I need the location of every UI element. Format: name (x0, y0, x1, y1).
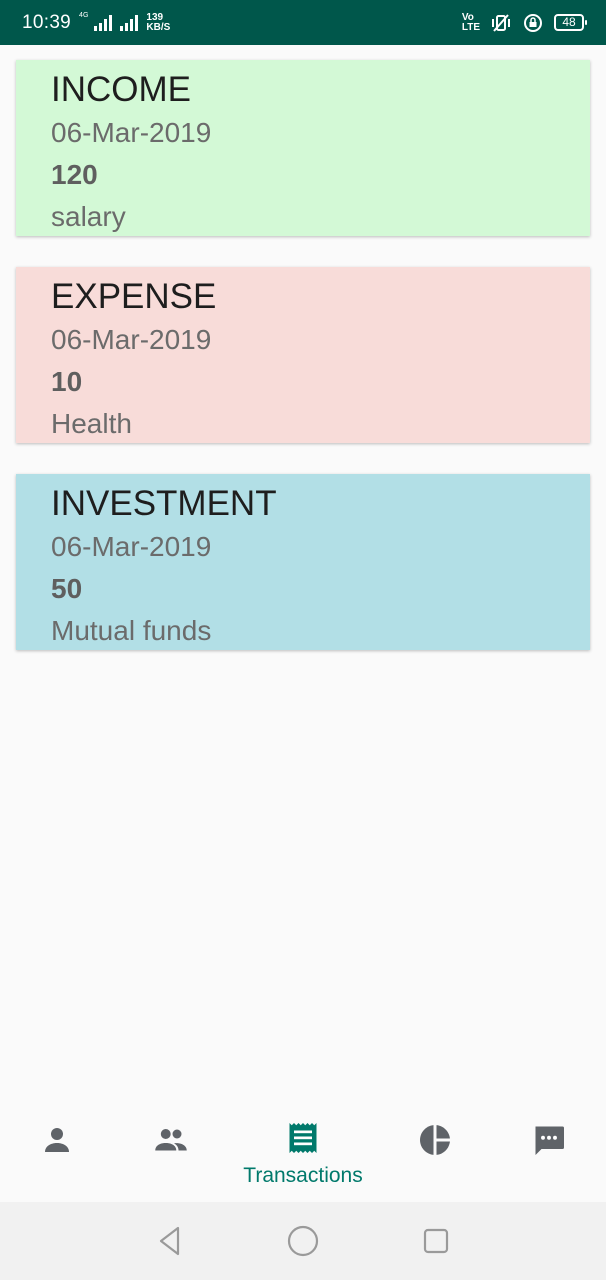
back-button[interactable] (150, 1221, 190, 1261)
home-button[interactable] (283, 1221, 323, 1261)
data-speed-unit: KB/S (146, 21, 171, 33)
nav-label-transactions: Transactions (243, 1164, 363, 1187)
vibrate-icon (492, 13, 510, 32)
transactions-list: INCOME 06-Mar-2019 120 salary EXPENSE 06… (16, 60, 590, 681)
transaction-type: INCOME (51, 70, 191, 109)
transaction-type: EXPENSE (51, 277, 217, 316)
status-bar: 10:39 4G 139 KB/S Vo LTE 48 (0, 0, 606, 45)
transaction-amount: 10 (51, 366, 83, 397)
pie-chart-icon (420, 1125, 451, 1155)
group-icon (155, 1129, 187, 1151)
data-speed-value: 139 (146, 11, 164, 23)
transaction-type: INVESTMENT (51, 484, 277, 523)
transaction-card-expense[interactable]: EXPENSE 06-Mar-2019 10 Health (16, 267, 590, 443)
nav-item-profile[interactable] (0, 1110, 114, 1202)
transaction-card-investment[interactable]: INVESTMENT 06-Mar-2019 50 Mutual funds (16, 474, 590, 650)
nav-item-messages[interactable] (492, 1110, 606, 1202)
home-icon (287, 1225, 319, 1257)
rotation-lock-icon (524, 13, 542, 32)
recents-button[interactable] (416, 1221, 456, 1261)
network-type-label: 4G (79, 11, 89, 19)
transaction-amount: 120 (51, 159, 98, 190)
transaction-date: 06-Mar-2019 (51, 324, 212, 355)
volte-top: Vo (461, 11, 474, 23)
battery-indicator: 48 (554, 14, 587, 31)
nav-item-transactions[interactable]: Transactions (228, 1110, 379, 1202)
transaction-category: Mutual funds (51, 615, 212, 646)
nav-item-groups[interactable] (114, 1110, 228, 1202)
status-right: Vo LTE 48 (461, 11, 587, 33)
receipt-icon (289, 1123, 317, 1153)
transaction-amount: 50 (51, 573, 83, 604)
transaction-date: 06-Mar-2019 (51, 117, 212, 148)
person-icon (44, 1128, 69, 1152)
volte-bottom: LTE (461, 21, 480, 33)
status-left: 10:39 4G 139 KB/S (22, 12, 170, 34)
transaction-category: salary (51, 201, 126, 232)
status-time: 10:39 (22, 11, 72, 33)
volte-indicator: Vo LTE (461, 11, 480, 33)
bottom-navigation: Transactions (0, 1110, 606, 1202)
signal-strength-icon (94, 14, 113, 31)
signal-strength-2-icon (120, 14, 139, 31)
recents-icon (423, 1228, 448, 1254)
nav-item-reports[interactable] (378, 1110, 492, 1202)
system-navigation-bar (0, 1202, 606, 1280)
transaction-date: 06-Mar-2019 (51, 531, 212, 562)
back-icon (160, 1226, 180, 1256)
chat-icon (535, 1126, 565, 1155)
transaction-category: Health (51, 408, 132, 439)
transaction-card-income[interactable]: INCOME 06-Mar-2019 120 salary (16, 60, 590, 236)
data-speed: 139 KB/S (146, 11, 171, 33)
